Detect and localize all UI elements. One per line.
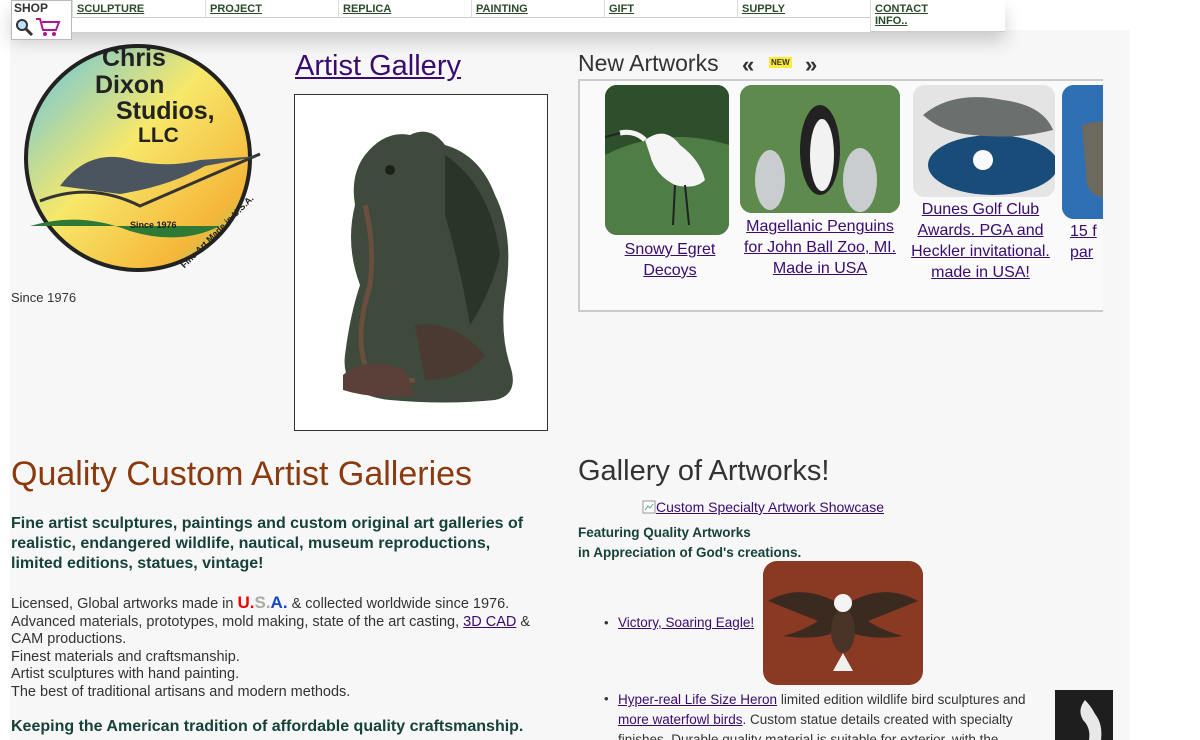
nav-contact-link[interactable]: CONTACT INFO.. <box>875 3 935 27</box>
new-artworks-carousel: Snowy Egret Decoys Magellanic Penguins f… <box>578 79 1103 312</box>
license-text-pre: Licensed, Global artworks made in <box>11 596 234 612</box>
cad-link[interactable]: 3D CAD <box>463 614 516 630</box>
new-badge: NEW <box>769 57 792 68</box>
advanced-text-pre: Advanced materials, prototypes, mold mak… <box>11 613 460 630</box>
nav-sculpture[interactable]: SCULPTURE <box>72 0 205 18</box>
heron-icon <box>1055 690 1113 740</box>
tradition-text: The best of traditional artisans and mod… <box>11 683 351 700</box>
carousel-next-icon[interactable]: » <box>805 52 817 78</box>
eagle-icon <box>763 561 923 685</box>
nav-supply[interactable]: SUPPLY <box>737 0 870 18</box>
usa-a: A. <box>270 593 288 612</box>
artist-gallery-link[interactable]: Artist Gallery <box>295 50 461 83</box>
studio-logo[interactable]: Chris Dixon Studios, LLC Since 1976 Fine… <box>20 36 265 276</box>
broken-image-icon <box>642 500 656 514</box>
gator-head-icon <box>1062 85 1103 219</box>
carousel-item-2-image[interactable] <box>740 85 900 213</box>
waterfowl-link[interactable]: more waterfowl birds <box>618 712 743 727</box>
logo-line2: Dixon <box>95 71 164 99</box>
carousel-item-3-caption[interactable]: Dunes Golf Club Awards. PGA and Heckler … <box>907 199 1054 283</box>
nav-gift[interactable]: GIFT <box>604 0 737 18</box>
nav-project-link[interactable]: PROJECT <box>210 3 262 15</box>
alligator-icon <box>913 85 1055 197</box>
bullet-1: • <box>604 615 609 630</box>
top-nav: SCULPTURE PROJECT REPLICA PAINTING GIFT … <box>11 0 1005 40</box>
nav-replica[interactable]: REPLICA <box>338 0 471 18</box>
shop-label: SHOP <box>14 1 49 15</box>
carousel-item-3-image[interactable] <box>913 85 1055 197</box>
logo-since: Since 1976 <box>130 220 177 230</box>
usa-u: U. <box>237 593 255 612</box>
nav-sculpture-link[interactable]: SCULPTURE <box>77 3 144 15</box>
nav-contact[interactable]: CONTACT INFO.. <box>870 0 1005 32</box>
nav-supply-link[interactable]: SUPPLY <box>742 3 785 15</box>
dragon-sculpture-image <box>343 131 513 403</box>
usa-s: S. <box>254 593 271 612</box>
penguin-icon <box>740 85 900 213</box>
heron-list-item: Hyper-real Life Size Heron limited editi… <box>618 690 1048 740</box>
featuring-line1: Featuring Quality Artworks <box>578 525 751 540</box>
carousel-prev-icon[interactable]: « <box>742 52 754 78</box>
logo-line1: Chris <box>102 44 166 72</box>
since-text: Since 1976 <box>11 290 77 305</box>
shop-box[interactable]: SHOP <box>11 0 72 40</box>
carousel-item-4-caption[interactable]: 15 f par <box>1070 221 1103 263</box>
license-text-post: & collected worldwide since 1976. <box>291 596 510 612</box>
main-heading: Quality Custom Artist Galleries <box>11 455 473 493</box>
carousel-item-1-caption[interactable]: Snowy Egret Decoys <box>605 239 735 281</box>
heron-link[interactable]: Hyper-real Life Size Heron <box>618 692 777 707</box>
featuring-text: Featuring Quality Artworks in Appreciati… <box>578 523 801 563</box>
carousel-item-1-image[interactable] <box>605 85 729 235</box>
license-paragraph: Licensed, Global artworks made in U.S.A.… <box>11 594 546 702</box>
hand-painting-text: Artist sculptures with hand painting. <box>11 666 240 683</box>
nav-gift-link[interactable]: GIFT <box>609 3 634 15</box>
bullet-2: • <box>604 691 609 706</box>
nav-painting-link[interactable]: PAINTING <box>476 3 528 15</box>
new-artworks-title: New Artworks <box>578 50 719 76</box>
nav-replica-link[interactable]: REPLICA <box>343 3 391 15</box>
eagle-artwork-image[interactable] <box>763 561 923 685</box>
american-tradition-text: Keeping the American tradition of afford… <box>11 718 524 735</box>
cart-icon[interactable] <box>35 17 61 37</box>
egret-icon <box>605 85 729 235</box>
gallery-of-artworks-heading: Gallery of Artworks! <box>578 455 830 487</box>
showcase-broken-image-link[interactable]: Custom Specialty Artwork Showcase <box>642 499 884 515</box>
heron-text1: limited edition wildlife bird sculptures… <box>780 692 1026 707</box>
victory-eagle-link[interactable]: Victory, Soaring Eagle! <box>618 615 754 630</box>
search-icon[interactable] <box>14 17 34 37</box>
nav-project[interactable]: PROJECT <box>205 0 338 18</box>
showcase-alt-text: Custom Specialty Artwork Showcase <box>656 499 884 515</box>
heron-thumbnail-image[interactable] <box>1055 690 1113 740</box>
carousel-item-2-caption[interactable]: Magellanic Penguins for John Ball Zoo, M… <box>740 216 900 279</box>
carousel-item-4-image[interactable] <box>1062 85 1103 219</box>
fine-artist-description: Fine artist sculptures, paintings and cu… <box>11 515 524 572</box>
logo-line3: Studios, <box>116 97 215 125</box>
gallery-featured-image[interactable] <box>294 94 548 431</box>
finest-text: Finest materials and craftsmanship. <box>11 648 240 665</box>
nav-painting[interactable]: PAINTING <box>471 0 604 18</box>
featuring-line2: in Appreciation of God's creations. <box>578 545 802 560</box>
logo-line4: LLC <box>138 124 179 147</box>
